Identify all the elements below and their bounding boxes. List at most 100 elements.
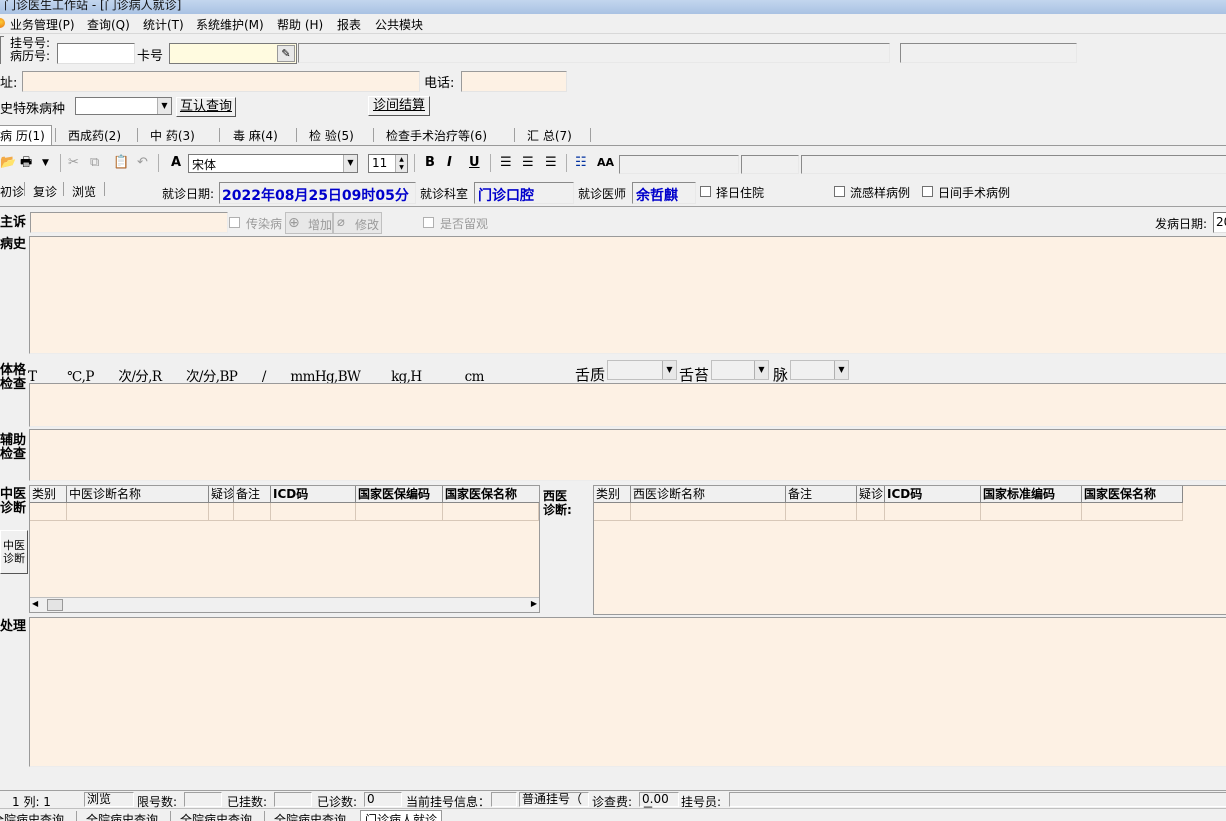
tab-narcotics[interactable]: 毒 麻(4) <box>233 127 278 144</box>
menu-reports[interactable]: 报表 <box>337 16 361 33</box>
tcm-col-name[interactable]: 中医诊断名称 <box>67 486 209 503</box>
table-cell[interactable] <box>356 503 443 521</box>
first-visit-button[interactable]: 初诊 <box>0 183 24 200</box>
table-cell[interactable] <box>209 503 234 521</box>
add-button[interactable]: ⊕ 增加 <box>285 212 333 234</box>
infectious-checkbox[interactable] <box>229 217 240 228</box>
bold-icon[interactable]: B <box>425 154 435 172</box>
open-folder-icon[interactable]: 📂 <box>0 154 16 172</box>
table-cell[interactable] <box>631 503 786 521</box>
tcm-diagnosis-grid[interactable]: 类别 中医诊断名称 疑诊 备注 ICD码 国家医保编码 国家医保名称 ◀ ▶ <box>29 485 540 613</box>
tab-record[interactable]: 病 历(1) <box>0 125 52 145</box>
paste-icon[interactable]: 📋 <box>113 154 129 172</box>
card-read-icon[interactable]: ✎ <box>277 45 295 62</box>
pulse-select[interactable]: ▼ <box>790 360 849 380</box>
treatment-textarea[interactable] <box>29 617 1226 767</box>
phone-input[interactable] <box>461 71 567 92</box>
font-color-icon[interactable]: AA <box>597 154 614 172</box>
tcm-col-suspected[interactable]: 疑诊 <box>209 486 234 503</box>
tcm-diagnosis-button[interactable]: 中医 诊断 <box>0 530 28 574</box>
table-cell[interactable] <box>30 503 67 521</box>
undo-icon[interactable]: ↶ <box>137 154 148 172</box>
bottom-tab-outpatient[interactable]: 门诊病人就诊 <box>360 810 443 821</box>
scroll-left-icon[interactable]: ◀ <box>32 599 38 608</box>
tab-western-medicine[interactable]: 西成药(2) <box>68 127 121 144</box>
scroll-thumb[interactable] <box>47 599 63 611</box>
exam-textarea[interactable] <box>29 383 1226 427</box>
underline-icon[interactable]: U <box>469 154 480 172</box>
tab-lab-test[interactable]: 检 验(5) <box>309 127 354 144</box>
table-cell[interactable] <box>885 503 981 521</box>
menu-public[interactable]: 公共模块 <box>375 16 423 33</box>
west-col-insurance-name[interactable]: 国家医保名称 <box>1082 486 1183 503</box>
bottom-tab-history-1[interactable]: 全院病史查询 <box>0 811 64 821</box>
vitals-template[interactable]: T_____℃,P____次/分,R____次/分,BP____/____mmH… <box>28 365 484 385</box>
history-textarea[interactable] <box>29 236 1226 354</box>
tab-exam-surgery[interactable]: 检查手术治疗等(6) <box>386 127 487 144</box>
edit-button[interactable]: ⌀ 修改 <box>333 212 382 234</box>
flu-checkbox[interactable] <box>834 186 845 197</box>
bottom-tab-history-3[interactable]: 全院病史查询 <box>180 811 252 821</box>
address-input[interactable] <box>22 71 420 92</box>
table-cell[interactable] <box>981 503 1082 521</box>
menu-system[interactable]: 系统维护(M) <box>196 16 264 33</box>
align-center-icon[interactable]: ☰ <box>522 154 534 172</box>
align-right-icon[interactable]: ☰ <box>545 154 557 172</box>
west-col-standard-code[interactable]: 国家标准编码 <box>981 486 1082 503</box>
return-visit-button[interactable]: 复诊 <box>33 183 57 200</box>
observe-checkbox[interactable] <box>423 217 434 228</box>
special-disease-select[interactable]: ▼ <box>75 97 172 115</box>
table-cell[interactable] <box>443 503 539 521</box>
tcm-col-category[interactable]: 类别 <box>30 486 67 503</box>
menu-query[interactable]: 查询(Q) <box>87 16 130 33</box>
west-col-category[interactable]: 类别 <box>594 486 631 503</box>
settle-button[interactable]: 诊间结算 <box>368 96 430 116</box>
aux-textarea[interactable] <box>29 429 1226 481</box>
table-cell[interactable] <box>67 503 209 521</box>
coating-select[interactable]: ▼ <box>711 360 769 380</box>
complaint-input[interactable] <box>30 212 228 233</box>
tcm-col-insurance-code[interactable]: 国家医保编码 <box>356 486 443 503</box>
west-col-icd[interactable]: ICD码 <box>885 486 981 503</box>
spin-up-icon[interactable]: ▲ <box>395 155 407 164</box>
onset-date-input[interactable]: 20 <box>1213 212 1226 233</box>
west-col-remark[interactable]: 备注 <box>786 486 857 503</box>
menu-help[interactable]: 帮助 (H) <box>277 16 323 33</box>
bottom-tab-history-4[interactable]: 全院病史查询 <box>274 811 346 821</box>
menu-business[interactable]: 业务管理(P) <box>10 16 75 33</box>
print-dropdown-icon[interactable]: ▼ <box>42 154 49 172</box>
tab-chinese-medicine[interactable]: 中 药(3) <box>150 127 195 144</box>
scroll-right-icon[interactable]: ▶ <box>531 599 537 608</box>
print-icon[interactable]: 🖶 <box>20 154 32 172</box>
table-cell[interactable] <box>1082 503 1183 521</box>
west-col-suspected[interactable]: 疑诊 <box>857 486 885 503</box>
tongue-select[interactable]: ▼ <box>607 360 677 380</box>
hospitalize-checkbox[interactable] <box>700 186 711 197</box>
mutual-query-button[interactable]: 互认查询 <box>176 97 236 117</box>
table-cell[interactable] <box>857 503 885 521</box>
font-name-select[interactable]: 宋体 ▼ <box>188 154 358 173</box>
tcm-col-insurance-name[interactable]: 国家医保名称 <box>443 486 539 503</box>
spin-down-icon[interactable]: ▼ <box>395 164 407 172</box>
table-cell[interactable] <box>786 503 857 521</box>
tab-summary[interactable]: 汇 总(7) <box>527 127 572 144</box>
table-cell[interactable] <box>271 503 356 521</box>
italic-icon[interactable]: I <box>447 154 452 172</box>
tcm-col-icd[interactable]: ICD码 <box>271 486 356 503</box>
bottom-tab-history-2[interactable]: 全院病史查询 <box>86 811 158 821</box>
browse-button[interactable]: 浏览 <box>72 183 96 200</box>
bullet-list-icon[interactable]: ☷ <box>575 154 587 172</box>
copy-icon[interactable]: ⧉ <box>90 154 99 172</box>
tcm-grid-scrollbar[interactable]: ◀ ▶ <box>30 597 539 612</box>
day-surgery-checkbox[interactable] <box>922 186 933 197</box>
west-col-name[interactable]: 西医诊断名称 <box>631 486 786 503</box>
cut-icon[interactable]: ✂ <box>68 154 79 172</box>
align-left-icon[interactable]: ☰ <box>500 154 512 172</box>
menu-statistics[interactable]: 统计(T) <box>143 16 184 33</box>
font-size-select[interactable]: 11 ▲ ▼ <box>368 154 408 173</box>
table-cell[interactable] <box>234 503 271 521</box>
west-diagnosis-grid[interactable]: 类别 西医诊断名称 备注 疑诊 ICD码 国家标准编码 国家医保名称 <box>593 485 1226 615</box>
reg-no-input[interactable] <box>57 43 135 64</box>
card-no-input[interactable]: ✎ <box>169 43 297 64</box>
table-cell[interactable] <box>594 503 631 521</box>
